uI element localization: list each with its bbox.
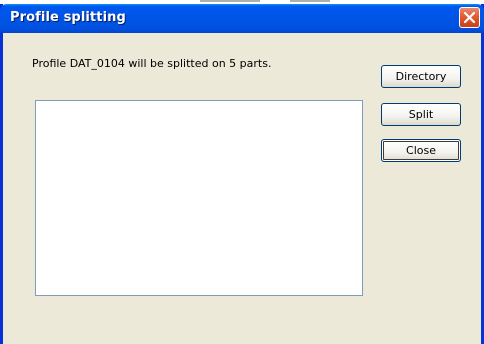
desktop-artifact <box>200 0 260 2</box>
dialog-body: Profile DAT_0104 will be splitted on 5 p… <box>3 33 481 344</box>
close-button[interactable]: Close <box>381 139 461 162</box>
split-results-list[interactable] <box>35 100 363 296</box>
title-bar[interactable]: Profile splitting <box>0 4 484 33</box>
directory-button[interactable]: Directory <box>381 65 461 88</box>
desktop-artifact <box>290 0 330 2</box>
profile-splitting-dialog: Profile splitting Profile DAT_0104 will … <box>0 4 484 344</box>
window-title: Profile splitting <box>10 10 126 25</box>
close-window-button[interactable] <box>459 7 480 28</box>
split-info-text: Profile DAT_0104 will be splitted on 5 p… <box>32 57 272 70</box>
split-button[interactable]: Split <box>381 103 461 126</box>
close-icon <box>463 11 476 24</box>
